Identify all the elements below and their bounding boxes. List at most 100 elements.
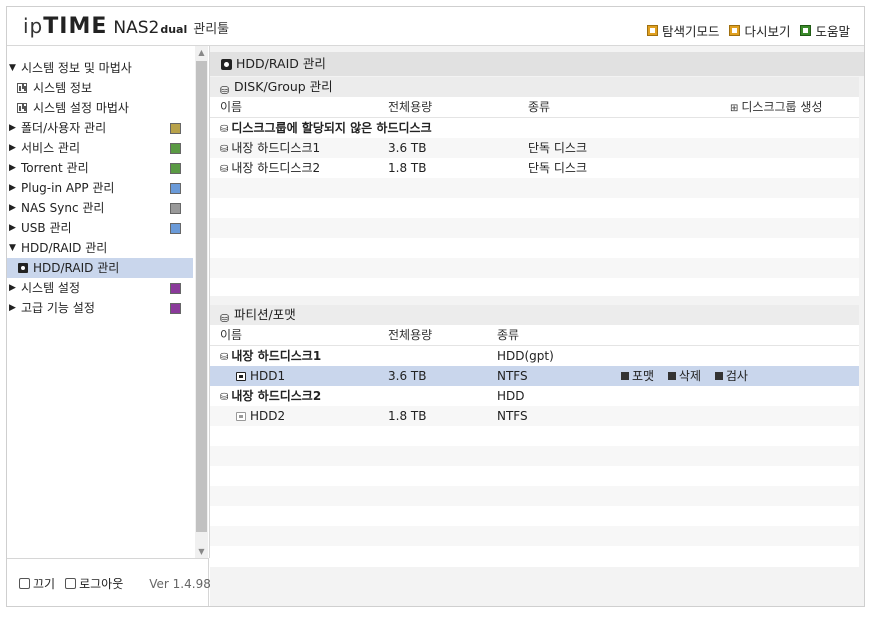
version-label: Ver 1.4.98 xyxy=(149,576,211,591)
row-name-text: 내장 하드디스크2 xyxy=(231,161,321,175)
chart-icon xyxy=(17,103,27,113)
create-disk-group-label: 디스크그룹 생성 xyxy=(741,100,823,114)
disk-group-panel: ⛁ DISK/Group 관리 이름 전체용량 종류 ⊞ 디스크그룹 생성 ⛁ 디스… xyxy=(210,77,859,296)
row-name: ⛁ 내장 하드디스크2 xyxy=(220,158,320,180)
collapsed-arrow-icon[interactable]: ▶ xyxy=(9,138,16,158)
table-row-selected[interactable]: HDD1 3.6 TB NTFS 포맷 삭제 검사 xyxy=(210,366,859,386)
sidebar-item-hdd-raid[interactable]: HDD/RAID 관리 xyxy=(7,258,193,278)
disk-group-title: DISK/Group 관리 xyxy=(234,79,333,94)
disk-stack-icon: ⛁ xyxy=(220,392,229,403)
nav-tree: ▼ 시스템 정보 및 마법사 시스템 정보 시스템 설정 마법사 ▶ 폴더/사용… xyxy=(7,58,193,318)
sidebar-item-label: USB 관리 xyxy=(21,221,72,235)
collapsed-arrow-icon[interactable]: ▶ xyxy=(9,118,16,138)
column-type: 종류 xyxy=(497,328,520,342)
sidebar-item-usb[interactable]: ▶ USB 관리 xyxy=(7,218,193,238)
table-row[interactable]: ⛁ 내장 하드디스크1 3.6 TB 단독 디스크 xyxy=(210,138,859,158)
refresh-label: 다시보기 xyxy=(744,24,791,39)
help-link[interactable]: 도움말 xyxy=(800,21,850,40)
power-label: 끄기 xyxy=(33,577,56,591)
sidebar-item-advanced-settings[interactable]: ▶ 고급 기능 설정 xyxy=(7,298,193,318)
column-capacity: 전체용량 xyxy=(388,100,433,114)
power-icon xyxy=(19,578,30,589)
collapsed-arrow-icon[interactable]: ▶ xyxy=(9,198,16,218)
row-name: ⛁ 디스크그룹에 할당되지 않은 하드디스크 xyxy=(220,118,432,140)
table-row[interactable]: HDD2 1.8 TB NTFS xyxy=(210,406,859,426)
sidebar-item-setup-wizard[interactable]: 시스템 설정 마법사 xyxy=(7,98,193,118)
sidebar-footer: 끄기 로그아웃 Ver 1.4.98 xyxy=(7,558,211,606)
sidebar-item-label: 시스템 정보 xyxy=(33,81,93,95)
check-button[interactable]: 검사 xyxy=(714,366,748,386)
row-name-text: 내장 하드디스크1 xyxy=(231,141,321,155)
column-name: 이름 xyxy=(220,100,243,114)
sidebar-item-label: 시스템 정보 및 마법사 xyxy=(21,61,132,75)
empty-row xyxy=(210,486,859,506)
logo-dual: dual xyxy=(160,23,188,36)
table-row[interactable]: ⛁ 내장 하드디스크2 HDD xyxy=(210,386,859,406)
disk-icon: ⛁ xyxy=(220,164,229,175)
top-links: 탐색기모드 다시보기 도움말 xyxy=(643,21,850,40)
table-row[interactable]: ⛁ 내장 하드디스크1 HDD(gpt) xyxy=(210,346,859,366)
sidebar-item-system-info-wizard[interactable]: ▼ 시스템 정보 및 마법사 xyxy=(7,58,193,78)
sidebar-item-label: 서비스 관리 xyxy=(21,141,81,155)
row-type: 단독 디스크 xyxy=(528,161,588,175)
row-name-text: HDD2 xyxy=(250,409,286,423)
power-off-button[interactable]: 끄기 xyxy=(19,575,55,592)
collapsed-arrow-icon[interactable]: ▶ xyxy=(9,218,16,238)
empty-row xyxy=(210,238,859,258)
settings-icon xyxy=(170,283,181,294)
row-name-text: 내장 하드디스크1 xyxy=(231,349,322,363)
table-row[interactable]: ⛁ 디스크그룹에 할당되지 않은 하드디스크 xyxy=(210,118,859,138)
sidebar-item-system-settings[interactable]: ▶ 시스템 설정 xyxy=(7,278,193,298)
expanded-arrow-icon[interactable]: ▼ xyxy=(9,58,16,78)
collapsed-arrow-icon[interactable]: ▶ xyxy=(9,158,16,178)
empty-row xyxy=(210,466,859,486)
empty-row xyxy=(210,218,859,238)
main-content: HDD/RAID 관리 ⛁ DISK/Group 관리 이름 전체용량 종류 ⊞… xyxy=(210,46,864,606)
scrollbar-thumb[interactable] xyxy=(196,61,207,532)
sidebar-scrollbar[interactable]: ▲ ▼ xyxy=(195,46,208,558)
scroll-up-icon[interactable]: ▲ xyxy=(195,46,208,59)
sidebar-item-hdd-raid-group[interactable]: ▼ HDD/RAID 관리 xyxy=(7,238,193,258)
row-name-text: 디스크그룹에 할당되지 않은 하드디스크 xyxy=(231,121,432,135)
sidebar-item-system-info[interactable]: 시스템 정보 xyxy=(7,78,193,98)
row-capacity: 1.8 TB xyxy=(388,409,427,423)
row-actions: 포맷 삭제 검사 xyxy=(621,366,758,386)
create-disk-group-button[interactable]: ⊞ 디스크그룹 생성 xyxy=(730,97,823,119)
row-capacity: 3.6 TB xyxy=(388,141,427,155)
delete-icon xyxy=(667,372,676,380)
explorer-mode-link[interactable]: 탐색기모드 xyxy=(646,21,720,40)
app-window: ip TIME NAS2 dual 관리툴 탐색기모드 다시보기 도움말 ▼ 시… xyxy=(6,6,865,607)
sidebar-item-label: 시스템 설정 xyxy=(21,281,81,295)
row-type: NTFS xyxy=(497,369,528,383)
logout-button[interactable]: 로그아웃 xyxy=(65,575,123,592)
collapsed-arrow-icon[interactable]: ▶ xyxy=(9,278,16,298)
row-type: HDD(gpt) xyxy=(497,349,554,363)
delete-button[interactable]: 삭제 xyxy=(667,366,701,386)
row-name: ⛁ 내장 하드디스크1 xyxy=(220,346,321,368)
refresh-link[interactable]: 다시보기 xyxy=(729,21,790,40)
row-type: HDD xyxy=(497,389,525,403)
sidebar-item-nas-sync[interactable]: ▶ NAS Sync 관리 xyxy=(7,198,193,218)
logout-icon xyxy=(65,578,77,589)
sidebar-item-torrent[interactable]: ▶ Torrent 관리 xyxy=(7,158,193,178)
sidebar-item-folder-user[interactable]: ▶ 폴더/사용자 관리 xyxy=(7,118,193,138)
logo-ip: ip xyxy=(23,14,44,38)
collapsed-arrow-icon[interactable]: ▶ xyxy=(9,178,16,198)
collapsed-arrow-icon[interactable]: ▶ xyxy=(9,298,16,318)
column-capacity: 전체용량 xyxy=(388,328,433,342)
disk-group-title-bar: ⛁ DISK/Group 관리 xyxy=(210,77,859,97)
empty-row xyxy=(210,446,859,466)
expanded-arrow-icon[interactable]: ▼ xyxy=(9,238,16,258)
sidebar-item-service[interactable]: ▶ 서비스 관리 xyxy=(7,138,193,158)
add-group-icon: ⊞ xyxy=(730,103,739,114)
logo-tool: 관리툴 xyxy=(193,22,230,37)
format-button[interactable]: 포맷 xyxy=(621,366,654,386)
scroll-down-icon[interactable]: ▼ xyxy=(195,545,208,558)
folder-icon xyxy=(646,25,658,36)
table-row[interactable]: ⛁ 내장 하드디스크2 1.8 TB 단독 디스크 xyxy=(210,158,859,178)
explorer-mode-label: 탐색기모드 xyxy=(661,24,720,39)
sidebar-item-label: NAS Sync 관리 xyxy=(21,201,105,215)
sidebar-item-plugin-app[interactable]: ▶ Plug-in APP 관리 xyxy=(7,178,193,198)
body-area: ▼ 시스템 정보 및 마법사 시스템 정보 시스템 설정 마법사 ▶ 폴더/사용… xyxy=(7,45,864,606)
empty-row xyxy=(210,526,859,546)
